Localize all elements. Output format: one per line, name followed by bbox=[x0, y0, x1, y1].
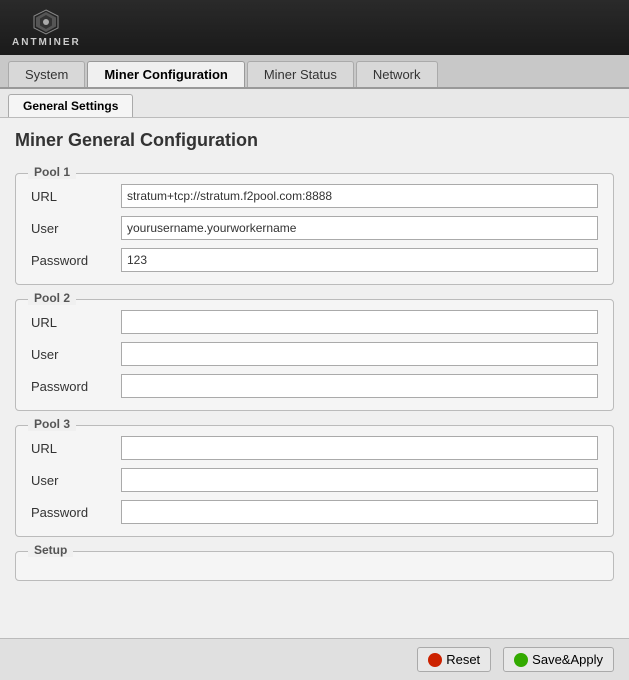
pool1-user-label: User bbox=[31, 221, 121, 236]
save-apply-button[interactable]: Save&Apply bbox=[503, 647, 614, 672]
pool2-url-input[interactable] bbox=[121, 310, 598, 334]
pool1-legend: Pool 1 bbox=[28, 165, 76, 179]
page-title: Miner General Configuration bbox=[15, 130, 614, 157]
logo: ANTMINER bbox=[12, 8, 81, 48]
logo-text: ANTMINER bbox=[12, 37, 81, 48]
pool1-url-label: URL bbox=[31, 189, 121, 204]
pool1-url-row: URL bbox=[31, 184, 598, 208]
pool3-url-row: URL bbox=[31, 436, 598, 460]
pool3-section: Pool 3 URL User Password bbox=[15, 425, 614, 537]
tab-miner-configuration[interactable]: Miner Configuration bbox=[87, 61, 245, 87]
pool1-user-row: User bbox=[31, 216, 598, 240]
pool2-url-row: URL bbox=[31, 310, 598, 334]
tab-network[interactable]: Network bbox=[356, 61, 438, 87]
tab-system[interactable]: System bbox=[8, 61, 85, 87]
pool2-password-row: Password bbox=[31, 374, 598, 398]
pool3-password-label: Password bbox=[31, 505, 121, 520]
pool3-legend: Pool 3 bbox=[28, 417, 76, 431]
sub-tab-general-settings[interactable]: General Settings bbox=[8, 94, 133, 117]
pool3-url-label: URL bbox=[31, 441, 121, 456]
nav-tabs: System Miner Configuration Miner Status … bbox=[0, 55, 629, 89]
pool2-user-input[interactable] bbox=[121, 342, 598, 366]
pool1-password-label: Password bbox=[31, 253, 121, 268]
sub-tabs: General Settings bbox=[0, 89, 629, 118]
pool1-password-row: Password bbox=[31, 248, 598, 272]
antminer-logo-icon bbox=[32, 8, 60, 36]
pool2-user-row: User bbox=[31, 342, 598, 366]
pool2-section: Pool 2 URL User Password bbox=[15, 299, 614, 411]
pool3-password-input[interactable] bbox=[121, 500, 598, 524]
pool3-user-input[interactable] bbox=[121, 468, 598, 492]
pool3-password-row: Password bbox=[31, 500, 598, 524]
pool2-user-label: User bbox=[31, 347, 121, 362]
pool1-password-input[interactable] bbox=[121, 248, 598, 272]
pool2-password-label: Password bbox=[31, 379, 121, 394]
save-apply-icon bbox=[514, 653, 528, 667]
main-content: Miner General Configuration Pool 1 URL U… bbox=[0, 118, 629, 638]
pool3-user-label: User bbox=[31, 473, 121, 488]
footer: Reset Save&Apply bbox=[0, 638, 629, 680]
pool1-url-input[interactable] bbox=[121, 184, 598, 208]
pool2-legend: Pool 2 bbox=[28, 291, 76, 305]
tab-miner-status[interactable]: Miner Status bbox=[247, 61, 354, 87]
header: ANTMINER bbox=[0, 0, 629, 55]
reset-button[interactable]: Reset bbox=[417, 647, 491, 672]
pool2-url-label: URL bbox=[31, 315, 121, 330]
reset-label: Reset bbox=[446, 652, 480, 667]
save-apply-label: Save&Apply bbox=[532, 652, 603, 667]
pool1-section: Pool 1 URL User Password bbox=[15, 173, 614, 285]
reset-icon bbox=[428, 653, 442, 667]
pool1-user-input[interactable] bbox=[121, 216, 598, 240]
setup-section: Setup bbox=[15, 551, 614, 581]
pool3-user-row: User bbox=[31, 468, 598, 492]
pool3-url-input[interactable] bbox=[121, 436, 598, 460]
pool2-password-input[interactable] bbox=[121, 374, 598, 398]
setup-legend: Setup bbox=[28, 543, 73, 557]
